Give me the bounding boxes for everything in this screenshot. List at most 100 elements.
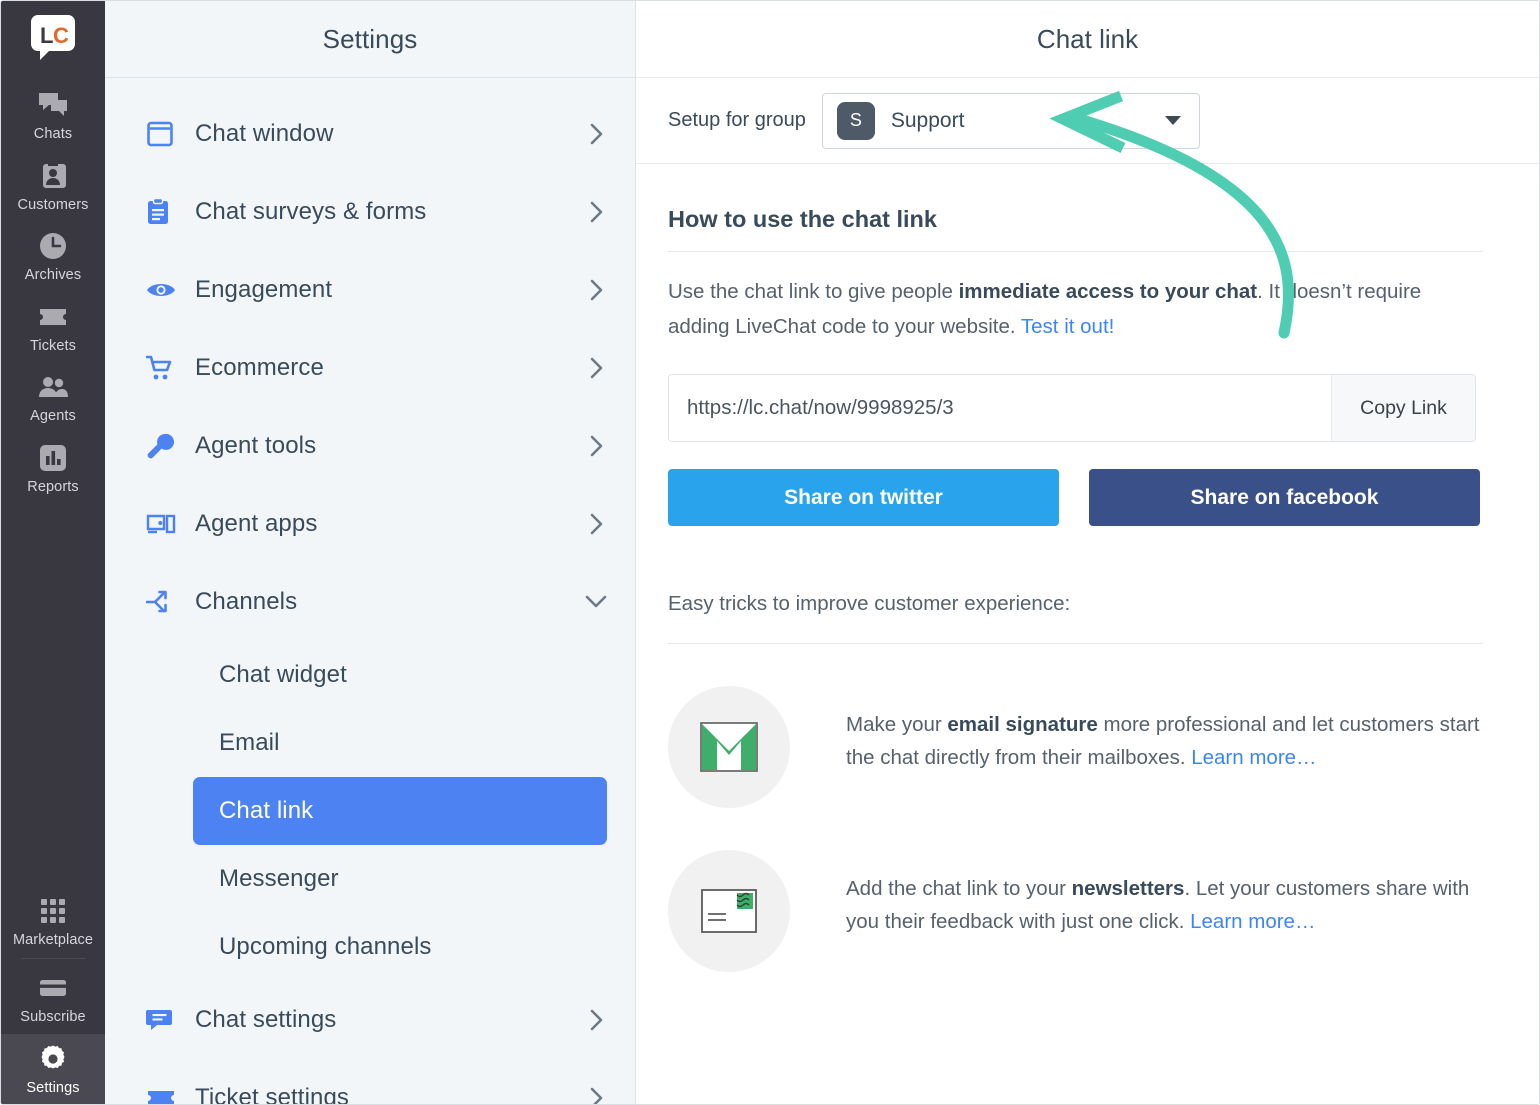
settings-menu-list: Chat window Chat surveys & forms Engagem… [105,78,635,1104]
settings-item-label: Agent apps [195,510,318,537]
rail-label: Marketplace [12,931,94,948]
chevron-right-icon [587,1087,607,1104]
tricks-title: Easy tricks to improve customer experien… [668,592,1071,615]
panel-body: How to use the chat link Use the chat li… [636,164,1539,1104]
settings-item-agent-apps[interactable]: Agent apps [105,485,635,563]
trick-item-newsletters: Add the chat link to your newsletters. L… [668,850,1483,972]
settings-subitem-messenger[interactable]: Messenger [193,845,607,913]
rail-item-agents[interactable]: Agents [1,362,105,433]
how-to-bold: immediate access to your chat [958,280,1258,303]
gmail-envelope-icon [668,686,790,808]
settings-item-ticket-settings[interactable]: Ticket settings [105,1059,635,1104]
clipboard-icon [146,198,179,226]
settings-item-chat-settings[interactable]: Chat settings [105,981,635,1059]
trick-bold: newsletters [1071,877,1185,900]
settings-item-channels[interactable]: Channels [105,563,635,641]
group-selector-bar: Setup for group S Support [636,78,1539,164]
livechat-settings-window: L C Chats Customers Archives Tickets Age… [0,0,1540,1105]
settings-item-label: Chat surveys & forms [195,198,427,225]
settings-subitem-upcoming-channels[interactable]: Upcoming channels [193,913,607,981]
test-it-out-link[interactable]: Test it out! [1021,315,1114,338]
chats-icon [38,90,68,120]
group-selector-label: Setup for group [668,109,806,131]
chevron-down-icon [585,595,607,609]
rail-label: Tickets [29,337,77,354]
settings-gear-icon [38,1044,68,1074]
trick-item-email-signature: Make your email signature more professio… [668,686,1483,808]
rail-label: Agents [30,408,76,424]
livechat-logo[interactable]: L C [27,12,79,64]
group-selected-value: Support [890,108,965,132]
rail-label: Settings [26,1079,80,1096]
page-title: Chat link [1036,23,1139,54]
copy-link-button[interactable]: Copy Link [1331,375,1475,441]
settings-subitem-chat-widget[interactable]: Chat widget [193,641,607,709]
chevron-right-icon [587,357,607,379]
settings-item-ecommerce[interactable]: Ecommerce [105,329,635,407]
rail-item-tickets[interactable]: Tickets [1,292,105,363]
rail-item-settings[interactable]: Settings [1,1033,105,1104]
rail-item-reports[interactable]: Reports [1,433,105,504]
settings-subitem-label: Chat link [219,797,314,824]
group-avatar: S [836,101,875,140]
how-to-paragraph: Use the chat link to give people immedia… [668,274,1483,344]
chat-link-url-row: Copy Link [668,374,1476,442]
panel-header: Chat link [636,1,1539,78]
settings-item-label: Agent tools [195,432,317,459]
group-select-dropdown[interactable]: S Support [821,92,1200,149]
settings-item-chat-window[interactable]: Chat window [105,95,635,173]
share-on-facebook-button[interactable]: Share on facebook [1089,469,1480,526]
tickets-ticket-icon [38,302,68,332]
settings-item-label: Ecommerce [195,354,324,381]
settings-item-engagement[interactable]: Engagement [105,251,635,329]
settings-item-label: Channels [195,588,298,615]
chat-link-panel: Chat link Setup for group S Support How … [636,1,1539,1104]
agent-apps-icon [146,513,179,535]
chevron-right-icon [587,435,607,457]
eye-icon [146,280,179,300]
settings-item-chat-surveys-forms[interactable]: Chat surveys & forms [105,173,635,251]
trick-prefix: Add the chat link to your [846,877,1072,900]
customers-icon [38,161,68,191]
wrench-icon [146,432,179,460]
settings-subitem-label: Chat widget [219,661,347,688]
settings-header-title: Settings [322,23,418,54]
rail-item-marketplace[interactable]: Marketplace [1,886,105,957]
chevron-down-icon [1164,116,1181,125]
settings-subitem-label: Upcoming channels [219,933,432,960]
chat-window-icon [146,120,179,148]
trick-text: Add the chat link to your newsletters. L… [846,850,1483,938]
rail-label: Chats [33,126,73,142]
trick-prefix: Make your [846,713,948,736]
settings-subitem-email[interactable]: Email [193,709,607,777]
settings-item-agent-tools[interactable]: Agent tools [105,407,635,485]
settings-item-label: Ticket settings [195,1084,349,1104]
chevron-right-icon [587,123,607,145]
agents-people-icon [38,372,68,402]
rail-item-subscribe[interactable]: Subscribe [1,963,105,1034]
trick-bold: email signature [947,713,1098,736]
marketplace-grid-icon [38,896,68,926]
settings-item-label: Engagement [195,276,333,303]
settings-subitem-chat-link[interactable]: Chat link [193,777,607,845]
settings-column: Settings Chat window Chat surveys & form… [105,1,636,1104]
settings-header: Settings [105,1,635,78]
rail-divider [21,958,85,959]
rail-bottom-group: Marketplace Subscribe Settings [1,886,105,1104]
share-on-twitter-button[interactable]: Share on twitter [668,469,1059,526]
learn-more-link[interactable]: Learn more… [1190,910,1315,933]
chevron-right-icon [587,1009,607,1031]
settings-item-label: Chat settings [195,1006,337,1033]
rail-item-archives[interactable]: Archives [1,221,105,292]
rail-label: Archives [24,267,82,283]
reports-bar-chart-icon [38,443,68,473]
channels-branch-icon [146,589,179,615]
learn-more-link[interactable]: Learn more… [1191,746,1316,769]
rail-item-customers[interactable]: Customers [1,151,105,222]
rail-item-chats[interactable]: Chats [1,80,105,151]
chevron-right-icon [587,513,607,535]
subscribe-card-icon [38,973,68,1003]
chat-link-url-input[interactable] [669,375,1331,441]
chat-settings-icon [146,1007,179,1033]
svg-text:L: L [40,23,53,48]
